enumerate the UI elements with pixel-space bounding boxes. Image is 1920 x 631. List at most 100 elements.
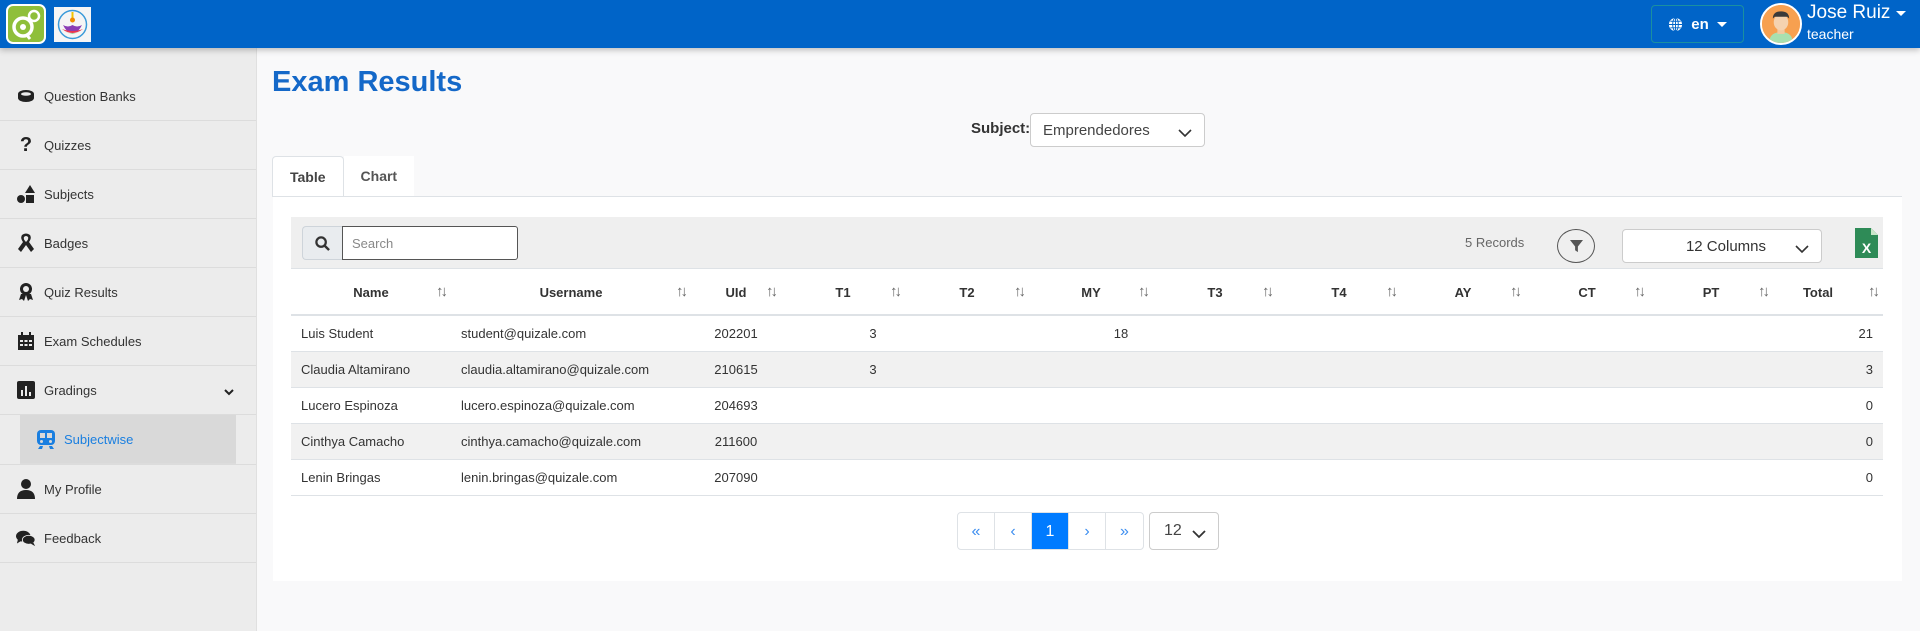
cell-pt [1649, 423, 1773, 460]
table-row[interactable]: Lucero Espinoza lucero.espinoza@quizale.… [291, 387, 1883, 424]
sidebar-item-quiz-results[interactable]: Quiz Results [0, 268, 256, 317]
sidebar-item-badges[interactable]: Badges [0, 219, 256, 268]
table-row[interactable]: Cinthya Camacho cinthya.camacho@quizale.… [291, 423, 1883, 460]
language-label: en [1691, 15, 1709, 33]
page-size-select[interactable]: 12 [1149, 512, 1219, 550]
filter-button[interactable] [1557, 229, 1595, 263]
cell-ay [1401, 351, 1525, 388]
column-header-total[interactable]: Total ↑↓ [1773, 270, 1883, 316]
user-icon [16, 479, 36, 499]
column-header-t4[interactable]: T4 ↑↓ [1277, 270, 1401, 316]
cell-t2 [905, 315, 1029, 352]
cell-ay [1401, 459, 1525, 496]
cell-t4 [1277, 423, 1401, 460]
cell-pt [1649, 459, 1773, 496]
column-header-t3[interactable]: T3 ↑↓ [1153, 270, 1277, 316]
cell-t3 [1153, 423, 1277, 460]
user-name: Jose Ruiz [1807, 2, 1891, 23]
column-header-t1[interactable]: T1 ↑↓ [781, 270, 905, 316]
sidebar-item-gradings[interactable]: Gradings [0, 366, 256, 415]
cell-ct [1525, 423, 1649, 460]
database-icon [16, 86, 36, 106]
column-header-ct[interactable]: CT ↑↓ [1525, 270, 1649, 316]
chevron-down-icon [1192, 526, 1206, 544]
cell-my [1029, 387, 1153, 424]
subject-select[interactable]: Emprendedores [1030, 113, 1205, 147]
sidebar-item-quizzes[interactable]: ? Quizzes [0, 121, 256, 170]
current-page-button[interactable]: 1 [1032, 513, 1069, 549]
cell-pt [1649, 387, 1773, 424]
sort-icon[interactable]: ↑↓ [1014, 283, 1026, 300]
excel-icon: X [1855, 228, 1878, 258]
chevron-down-icon [224, 384, 234, 399]
next-page-button[interactable]: › [1069, 513, 1106, 549]
sidebar-item-subjects[interactable]: Subjects [0, 170, 256, 219]
cell-t3 [1153, 351, 1277, 388]
sidebar-item-subjectwise[interactable]: Subjectwise [20, 415, 236, 464]
export-excel-button[interactable]: X [1855, 228, 1878, 258]
last-page-button[interactable]: » [1106, 513, 1143, 549]
tab-chart[interactable]: Chart [343, 156, 415, 196]
tab-table[interactable]: Table [272, 156, 344, 197]
column-header-uid[interactable]: UId ↑↓ [691, 270, 781, 316]
column-header-ay[interactable]: AY ↑↓ [1401, 270, 1525, 316]
table-row[interactable]: Lenin Bringas lenin.bringas@quizale.com … [291, 459, 1883, 496]
sort-icon[interactable]: ↑↓ [436, 283, 448, 300]
column-header-name[interactable]: Name ↑↓ [291, 270, 451, 316]
sort-icon[interactable]: ↑↓ [890, 283, 902, 300]
sort-icon[interactable]: ↑↓ [1634, 283, 1646, 300]
sort-icon[interactable]: ↑↓ [1386, 283, 1398, 300]
cell-t1 [781, 423, 905, 460]
cell-my [1029, 459, 1153, 496]
sidebar-item-label: Feedback [44, 530, 102, 546]
comments-icon [16, 528, 36, 548]
sort-icon[interactable]: ↑↓ [1868, 283, 1880, 300]
cell-name: Lenin Bringas [291, 459, 451, 496]
cell-ay [1401, 423, 1525, 460]
sidebar-item-my-profile[interactable]: My Profile [0, 465, 256, 514]
avatar[interactable] [1760, 3, 1802, 45]
cell-name: Cinthya Camacho [291, 423, 451, 460]
cell-username: lenin.bringas@quizale.com [451, 459, 691, 496]
user-menu[interactable]: Jose Ruiz [1807, 2, 1907, 24]
question-icon: ? [19, 133, 33, 156]
top-navbar: en Jose Ruiz teacher [0, 0, 1920, 48]
language-dropdown[interactable]: en [1651, 5, 1744, 43]
column-header-my[interactable]: MY ↑↓ [1029, 270, 1153, 316]
cell-username: lucero.espinoza@quizale.com [451, 387, 691, 424]
sort-icon[interactable]: ↑↓ [1262, 283, 1274, 300]
sort-icon[interactable]: ↑↓ [676, 283, 688, 300]
sidebar-item-label: Subjects [44, 186, 94, 202]
search-input[interactable] [342, 226, 518, 260]
chevron-down-icon [1178, 125, 1192, 142]
sidebar-item-label: Quizzes [44, 137, 91, 153]
sort-icon[interactable]: ↑↓ [1510, 283, 1522, 300]
columns-select[interactable]: 12 Columns [1622, 229, 1822, 263]
search-button[interactable] [302, 226, 342, 260]
sidebar: Question Banks ? Quizzes Subjects Badges… [0, 48, 257, 631]
cell-t3 [1153, 459, 1277, 496]
prev-page-button[interactable]: ‹ [995, 513, 1032, 549]
sidebar-item-question-banks[interactable]: Question Banks [0, 72, 256, 121]
column-header-t2[interactable]: T2 ↑↓ [905, 270, 1029, 316]
sort-icon[interactable]: ↑↓ [1138, 283, 1150, 300]
sidebar-item-feedback[interactable]: Feedback [0, 514, 256, 563]
train-icon [36, 429, 56, 449]
ribbon-icon [16, 233, 36, 253]
table-row[interactable]: Luis Student student@quizale.com 202201 … [291, 315, 1883, 352]
table-row[interactable]: Claudia Altamirano claudia.altamirano@qu… [291, 351, 1883, 388]
cell-my [1029, 351, 1153, 388]
first-page-button[interactable]: « [958, 513, 995, 549]
table-toolbar: 5 Records 12 Columns X [291, 217, 1883, 269]
sort-icon[interactable]: ↑↓ [1758, 283, 1770, 300]
sort-icon[interactable]: ↑↓ [766, 283, 778, 300]
column-header-pt[interactable]: PT ↑↓ [1649, 270, 1773, 316]
records-count: 5 Records [1465, 235, 1525, 250]
column-header-username[interactable]: Username ↑↓ [451, 270, 691, 316]
app-logo[interactable] [6, 4, 46, 44]
cell-t2 [905, 351, 1029, 388]
quizale-logo-icon [12, 9, 41, 40]
cell-t2 [905, 423, 1029, 460]
sidebar-item-exam-schedules[interactable]: Exam Schedules [0, 317, 256, 366]
cell-t4 [1277, 351, 1401, 388]
